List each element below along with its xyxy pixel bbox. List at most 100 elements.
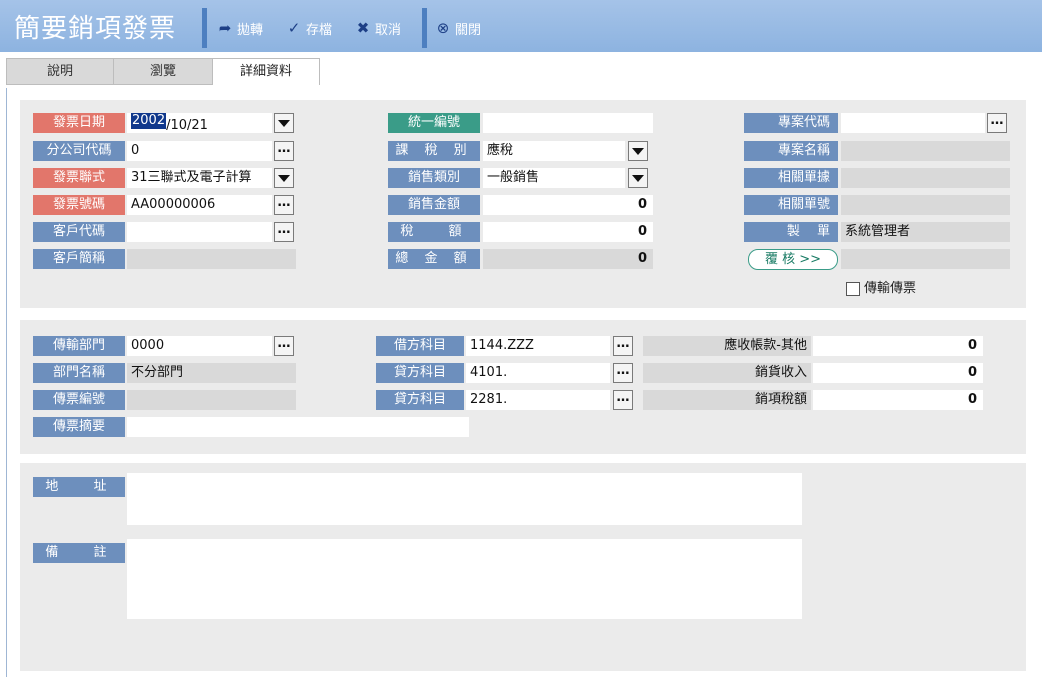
tax-id-field[interactable] <box>483 113 653 133</box>
close-circle-icon: ⊗ <box>436 19 450 37</box>
invoice-type-dropdown[interactable] <box>274 168 294 188</box>
project-code-label: 專案代碼 <box>744 113 838 133</box>
chevron-down-icon <box>632 174 644 182</box>
tab-details[interactable]: 詳細資料 <box>212 58 320 85</box>
tax-type-label: 課 稅 別 <box>388 141 480 161</box>
credit-account-2-label: 貸方科目 <box>376 390 464 410</box>
tab-browse[interactable]: 瀏覽 <box>113 58 213 85</box>
maker-label: 製 單 <box>744 222 838 242</box>
invoice-number-lookup-button[interactable]: … <box>274 195 294 215</box>
tax-id-label: 統一編號 <box>388 113 480 133</box>
total-amount-label: 總 金 額 <box>388 249 480 269</box>
save-label: 存檔 <box>306 22 333 38</box>
voucher-summary-label: 傳票摘要 <box>33 417 125 437</box>
toolbar-separator <box>202 8 207 48</box>
chevron-down-icon <box>632 147 644 155</box>
cross-icon: ✖ <box>356 19 370 37</box>
app-title: 簡要銷項發票 <box>14 14 177 44</box>
tax-amount-field[interactable]: 0 <box>483 222 653 242</box>
debit-account-lookup-button[interactable]: … <box>613 336 633 356</box>
tax-amount-label: 稅 額 <box>388 222 480 242</box>
review-field <box>841 249 1010 269</box>
customer-code-lookup-button[interactable]: … <box>274 222 294 242</box>
customer-short-field <box>127 249 296 269</box>
credit-account-label: 貸方科目 <box>376 363 464 383</box>
invoice-date-field[interactable]: 2002/10/21 <box>127 113 272 133</box>
credit-account-lookup-button[interactable]: … <box>613 363 633 383</box>
credit-account-field[interactable]: 4101. <box>466 363 610 383</box>
voucher-number-label: 傳票編號 <box>33 390 125 410</box>
credit-account-2-lookup-button[interactable]: … <box>613 390 633 410</box>
sales-type-select[interactable]: 一般銷售 <box>483 168 625 188</box>
voucher-dept-label: 傳輸部門 <box>33 336 125 356</box>
related-doc-number-field <box>841 195 1010 215</box>
customer-short-label: 客戶簡稱 <box>33 249 125 269</box>
debit-amount-field[interactable]: 0 <box>813 336 983 356</box>
project-name-label: 專案名稱 <box>744 141 838 161</box>
debit-account-field[interactable]: 1144.ZZZ <box>466 336 610 356</box>
sales-amount-field[interactable]: 0 <box>483 195 653 215</box>
sales-type-label: 銷售類別 <box>388 168 480 188</box>
invoice-type-select[interactable]: 31三聯式及電子計算 <box>127 168 272 188</box>
close-label: 關閉 <box>455 22 482 38</box>
debit-account-label: 借方科目 <box>376 336 464 356</box>
tax-type-dropdown[interactable] <box>628 141 648 161</box>
voucher-dept-lookup-button[interactable]: … <box>274 336 294 356</box>
invoice-date-rest: /10/21 <box>166 118 208 133</box>
invoice-number-label: 發票號碼 <box>33 195 125 215</box>
customer-code-field[interactable] <box>127 222 272 242</box>
credit-amount-2-field[interactable]: 0 <box>813 390 983 410</box>
transfer-voucher-label: 傳輸傳票 <box>864 281 917 296</box>
credit-account-2-name: 銷項稅額 <box>643 390 811 410</box>
close-button[interactable]: ⊗ 關閉 <box>434 18 481 38</box>
branch-code-field[interactable]: 0 <box>127 141 272 161</box>
customer-code-label: 客戶代碼 <box>33 222 125 242</box>
related-doc-label: 相關單據 <box>744 168 838 188</box>
check-icon: ✓ <box>287 19 301 37</box>
cancel-label: 取消 <box>375 22 402 38</box>
invoice-date-year-selected: 2002 <box>131 113 167 129</box>
voucher-number-field <box>127 390 296 410</box>
dept-name-field: 不分部門 <box>127 363 296 383</box>
address-field[interactable] <box>127 473 802 525</box>
transfer-button[interactable]: ➦ 拋轉 <box>216 18 263 38</box>
sales-type-dropdown[interactable] <box>628 168 648 188</box>
invoice-date-dropdown[interactable] <box>274 113 294 133</box>
sales-amount-label: 銷售金額 <box>388 195 480 215</box>
branch-code-label: 分公司代碼 <box>33 141 125 161</box>
credit-account-2-field[interactable]: 2281. <box>466 390 610 410</box>
voucher-summary-field[interactable] <box>127 417 469 437</box>
related-doc-field <box>841 168 1010 188</box>
toolbar-separator <box>422 8 427 48</box>
chevron-down-icon <box>278 174 290 182</box>
transfer-label: 拋轉 <box>237 22 264 38</box>
credit-account-name: 銷貨收入 <box>643 363 811 383</box>
invoice-type-label: 發票聯式 <box>33 168 125 188</box>
remark-label: 備 註 <box>33 543 125 563</box>
address-label: 地 址 <box>33 477 125 497</box>
dept-name-label: 部門名稱 <box>33 363 125 383</box>
remark-field[interactable] <box>127 539 802 619</box>
maker-field: 系統管理者 <box>841 222 1010 242</box>
invoice-date-label: 發票日期 <box>33 113 125 133</box>
project-name-field <box>841 141 1010 161</box>
project-code-lookup-button[interactable]: … <box>987 113 1007 133</box>
cancel-button[interactable]: ✖ 取消 <box>354 18 401 38</box>
tab-description[interactable]: 說明 <box>6 58 114 85</box>
transfer-icon: ➦ <box>218 19 232 37</box>
credit-amount-field[interactable]: 0 <box>813 363 983 383</box>
tab-strip: 說明 瀏覽 詳細資料 <box>0 58 1042 85</box>
title-bar: 簡要銷項發票 ➦ 拋轉 ✓ 存檔 ✖ 取消 ⊗ 關閉 <box>0 0 1042 52</box>
chevron-down-icon <box>278 119 290 127</box>
tax-type-select[interactable]: 應稅 <box>483 141 625 161</box>
total-amount-field: 0 <box>483 249 653 269</box>
branch-code-lookup-button[interactable]: … <box>274 141 294 161</box>
debit-account-name: 應收帳款-其他 <box>643 336 811 356</box>
project-code-field[interactable] <box>841 113 985 133</box>
left-border <box>6 88 7 677</box>
voucher-dept-field[interactable]: 0000 <box>127 336 272 356</box>
transfer-voucher-checkbox[interactable] <box>846 282 860 296</box>
invoice-number-field[interactable]: AA00000006 <box>127 195 272 215</box>
review-button[interactable]: 覆 核 >> <box>748 249 838 270</box>
save-button[interactable]: ✓ 存檔 <box>285 18 332 38</box>
